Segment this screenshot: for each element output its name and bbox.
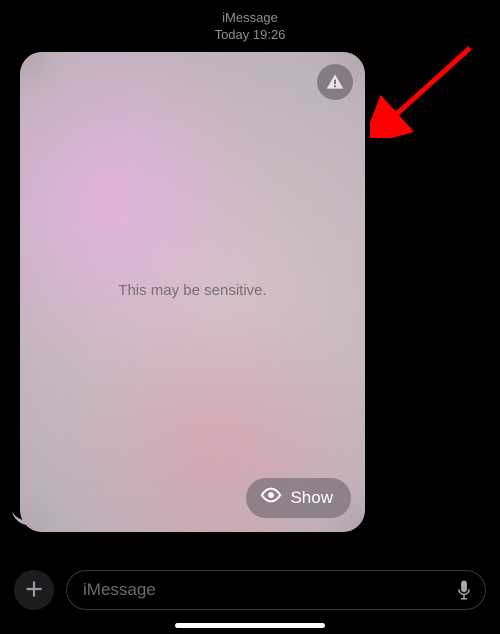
- received-message-bubble[interactable]: This may be sensitive. Show: [20, 52, 500, 532]
- show-button[interactable]: Show: [246, 478, 351, 518]
- warning-icon[interactable]: [317, 64, 353, 100]
- eye-icon: [260, 484, 282, 511]
- message-list: This may be sensitive. Show: [0, 52, 500, 560]
- message-input[interactable]: [83, 580, 455, 600]
- sensitive-content-label: This may be sensitive.: [20, 282, 365, 299]
- message-input-container[interactable]: [66, 570, 486, 610]
- plus-icon: [24, 579, 44, 602]
- timestamp-label: Today 19:26: [0, 27, 500, 44]
- add-button[interactable]: [14, 570, 54, 610]
- service-label: iMessage: [0, 10, 500, 27]
- microphone-icon[interactable]: [455, 579, 473, 601]
- home-indicator[interactable]: [175, 623, 325, 628]
- show-button-label: Show: [290, 488, 333, 508]
- chat-timestamp-header: iMessage Today 19:26: [0, 0, 500, 52]
